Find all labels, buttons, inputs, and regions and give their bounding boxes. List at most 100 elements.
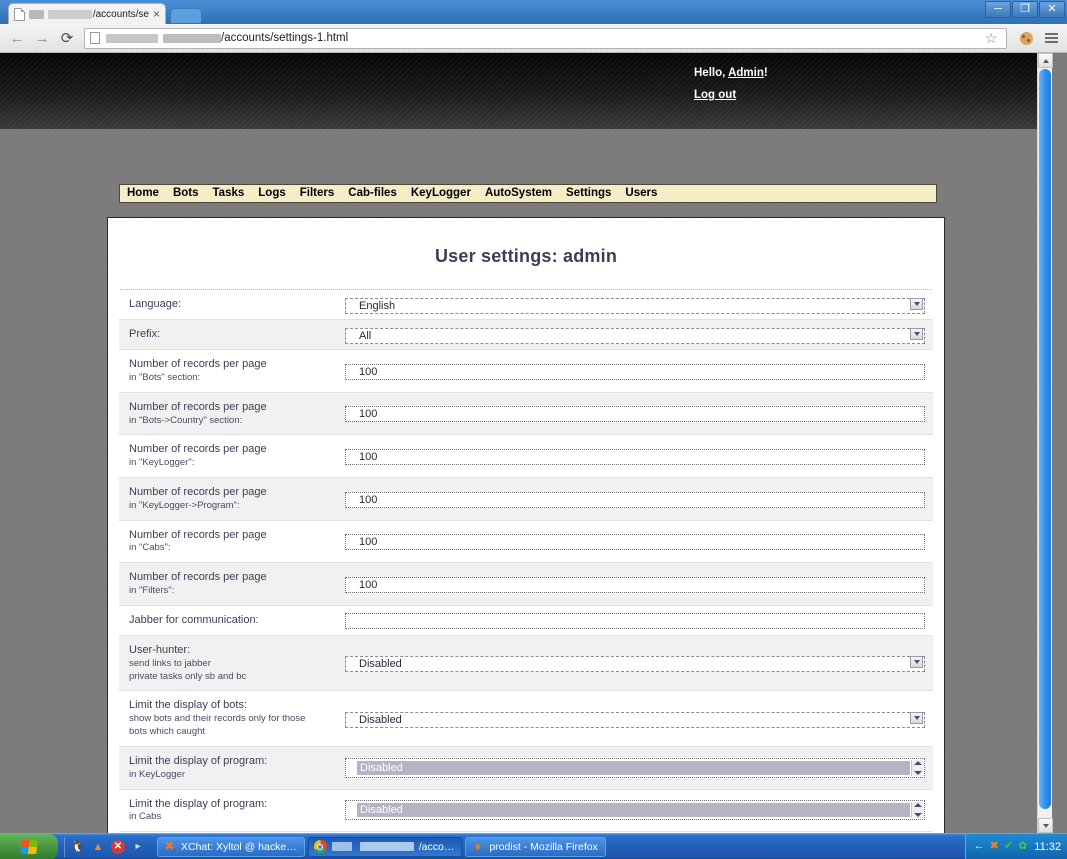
settings-select[interactable]: Disabled xyxy=(345,711,925,728)
cookie-icon[interactable] xyxy=(1020,31,1033,45)
bookmark-star-icon[interactable]: ☆ xyxy=(981,30,1001,47)
settings-row: User-hunter: send links to jabber private … xyxy=(119,635,933,692)
settings-listbox[interactable]: Disabled xyxy=(345,800,925,821)
nav-item-settings[interactable]: Settings xyxy=(566,187,611,200)
settings-row: Language: English xyxy=(119,290,933,320)
taskbar-item-chrome[interactable]: /acco… xyxy=(307,836,463,857)
browser-tab-active[interactable]: /accounts/se × xyxy=(8,3,166,24)
settings-row-label-main: Limit the display of program: xyxy=(129,754,268,767)
settings-row-field xyxy=(345,607,933,633)
settings-row-label-sub: in "KeyLogger": xyxy=(129,457,195,469)
settings-select[interactable]: English xyxy=(345,297,925,314)
xchat-icon: ✖ xyxy=(164,839,175,853)
settings-text-input[interactable] xyxy=(345,613,925,630)
settings-select[interactable]: All xyxy=(345,327,925,344)
settings-form: Language: English Prefix: All Number of reco… xyxy=(119,290,933,833)
chevron-down-icon[interactable] xyxy=(910,327,923,340)
redacted-task-host-2 xyxy=(359,842,414,851)
settings-row: Number of records per page in "Bots" sect… xyxy=(119,350,933,393)
chevron-down-icon[interactable] xyxy=(910,297,923,310)
settings-text-input[interactable] xyxy=(345,363,925,380)
settings-row-field: Disabled xyxy=(345,706,933,732)
site-header: Hello, Admin! Log out xyxy=(0,53,1052,129)
close-window-button[interactable]: ✕ xyxy=(1039,1,1065,18)
back-icon[interactable]: ← xyxy=(6,27,28,49)
new-tab-button[interactable] xyxy=(170,8,202,23)
logout-link[interactable]: Log out xyxy=(694,89,736,101)
green-check-icon[interactable]: ✔ xyxy=(1004,840,1013,853)
menu-hamburger-icon[interactable] xyxy=(1041,33,1061,43)
settings-text-input[interactable] xyxy=(345,449,925,466)
scroll-down-icon[interactable] xyxy=(913,813,922,818)
scroll-up-icon[interactable] xyxy=(913,803,922,808)
tab-title: /accounts/se xyxy=(29,9,149,20)
orange-x-icon[interactable]: ✖ xyxy=(990,840,999,853)
settings-row-label-sub: show bots and their records only for tho… xyxy=(129,713,306,725)
browser-toolbar: ← → ⟳ /accounts/settings-1.html ☆ xyxy=(0,24,1067,53)
green-clover-icon[interactable]: ✿ xyxy=(1018,840,1027,853)
settings-row-label: Number of records per page in "Filters": xyxy=(119,563,345,605)
settings-row-field xyxy=(345,443,933,469)
nav-item-tasks[interactable]: Tasks xyxy=(213,187,245,200)
select-wrapper: All xyxy=(345,326,925,344)
chevron-right-icon[interactable]: ▸ xyxy=(131,840,145,854)
settings-row: Limit the display of program: in KeyLogge… xyxy=(119,746,933,790)
nav-item-logs[interactable]: Logs xyxy=(258,187,285,200)
nav-item-filters[interactable]: Filters xyxy=(300,187,335,200)
scroll-down-icon[interactable] xyxy=(913,770,922,775)
redacted-url-part-2 xyxy=(163,33,221,43)
taskbar-item-xchat[interactable]: ✖ XChat: Xyltol @ hacke… xyxy=(157,836,305,857)
page-viewport: Hello, Admin! Log out Home Bots Tasks Lo… xyxy=(0,53,1067,833)
start-button[interactable] xyxy=(0,833,58,859)
maximize-button[interactable]: ❐ xyxy=(1012,1,1038,18)
chevron-down-icon[interactable] xyxy=(910,711,923,724)
scrollbar-thumb[interactable] xyxy=(1039,69,1051,809)
settings-row-label-sub: in "KeyLogger->Program": xyxy=(129,499,240,511)
address-bar[interactable]: /accounts/settings-1.html ☆ xyxy=(84,27,1007,49)
taskbar-clock[interactable]: 11:32 xyxy=(1034,841,1061,853)
tab-close-icon[interactable]: × xyxy=(153,8,160,20)
settings-row-label: Limit the display of bots: show bots and … xyxy=(119,691,345,745)
settings-text-input[interactable] xyxy=(345,491,925,508)
listbox-option-selected[interactable]: Disabled xyxy=(357,803,910,818)
scroll-up-button[interactable] xyxy=(1038,53,1053,68)
vlc-cone-icon[interactable]: ▲ xyxy=(91,840,105,854)
system-tray: ← ✖ ✔ ✿ 11:32 xyxy=(964,833,1067,859)
nav-item-cab-files[interactable]: Cab-files xyxy=(348,187,397,200)
greeting-username-link[interactable]: Admin xyxy=(728,67,764,79)
listbox-scrollbar[interactable] xyxy=(911,759,923,776)
content-panel: User settings: admin Language: English Pre… xyxy=(107,217,945,833)
settings-select[interactable]: Disabled xyxy=(345,656,925,673)
listbox-scrollbar[interactable] xyxy=(911,802,923,819)
page-scrollbar[interactable] xyxy=(1037,53,1053,833)
settings-text-input[interactable] xyxy=(345,406,925,423)
page-favicon-icon xyxy=(14,7,25,21)
settings-row-field: Disabled xyxy=(345,796,933,824)
nav-item-home[interactable]: Home xyxy=(127,187,159,200)
settings-listbox[interactable]: Disabled xyxy=(345,757,925,778)
taskbar-item-label: /acco… xyxy=(418,840,455,853)
windows-logo-icon xyxy=(20,839,38,854)
tab-strip: /accounts/se × ─ ❐ ✕ xyxy=(0,0,1067,24)
nav-item-bots[interactable]: Bots xyxy=(173,187,199,200)
nav-item-users[interactable]: Users xyxy=(625,187,657,200)
scroll-up-icon[interactable] xyxy=(913,760,922,765)
reload-icon[interactable]: ⟳ xyxy=(56,27,78,49)
tux-icon[interactable]: 🐧 xyxy=(71,840,85,854)
web-page: Hello, Admin! Log out Home Bots Tasks Lo… xyxy=(0,53,1053,833)
forward-icon[interactable]: → xyxy=(31,27,53,49)
listbox-option-selected[interactable]: Disabled xyxy=(357,760,910,775)
nav-item-keylogger[interactable]: KeyLogger xyxy=(411,187,471,200)
nav-item-autosystem[interactable]: AutoSystem xyxy=(485,187,552,200)
scroll-down-button[interactable] xyxy=(1038,818,1053,833)
chevron-down-icon[interactable] xyxy=(910,656,923,669)
taskbar-item-firefox[interactable]: ● prodist - Mozilla Firefox xyxy=(465,836,606,857)
site-nav: Home Bots Tasks Logs Filters Cab-files K… xyxy=(119,184,937,203)
close-red-icon[interactable]: ✕ xyxy=(111,839,125,854)
back-arrow-icon[interactable]: ← xyxy=(974,840,985,853)
settings-row-field xyxy=(345,486,933,512)
settings-row: Number of records per page in "Cabs": xyxy=(119,521,933,564)
settings-text-input[interactable] xyxy=(345,577,925,594)
settings-text-input[interactable] xyxy=(345,534,925,551)
minimize-button[interactable]: ─ xyxy=(985,1,1011,18)
